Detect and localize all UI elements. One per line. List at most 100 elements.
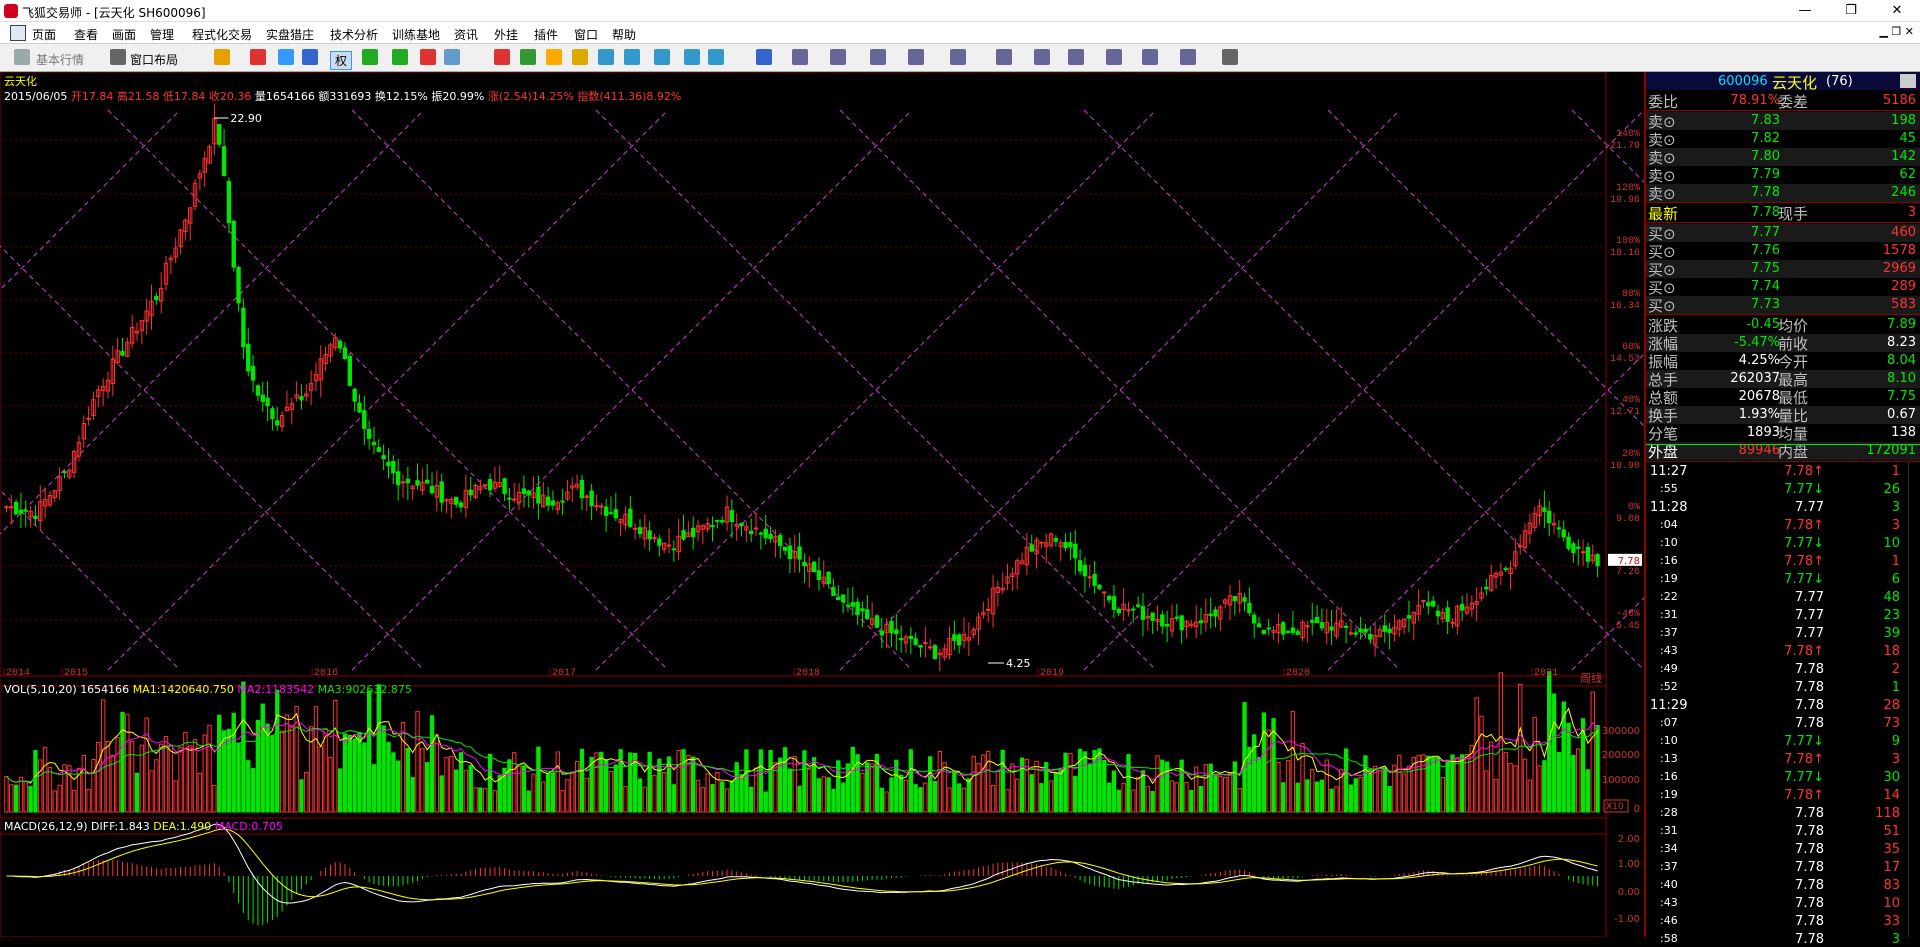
menu-item-1[interactable]: 查看 <box>74 26 98 43</box>
candle-body <box>1576 546 1581 549</box>
toolbar-tool-icon-24[interactable] <box>1180 49 1196 65</box>
vol-bar <box>647 751 652 813</box>
menu-item-5[interactable]: 实盘猎庄 <box>266 26 314 43</box>
tick-time: :22 <box>1660 590 1678 603</box>
vol-bar <box>990 784 996 813</box>
vol-bar <box>473 787 478 813</box>
info-amt: 额331693 <box>318 90 372 103</box>
vol-ma1: MA1:1420640.750 <box>132 683 234 696</box>
toolbar-tool-icon-13[interactable] <box>756 49 772 65</box>
toolbar-tool-icon-4[interactable] <box>494 49 510 65</box>
toolbar-tool-icon-7[interactable] <box>572 49 588 65</box>
vol-bar <box>536 746 541 813</box>
minimize-button[interactable]: — <box>1782 0 1828 22</box>
close-button[interactable]: ✕ <box>1874 0 1920 22</box>
menu-item-4[interactable]: 程式化交易 <box>192 26 252 43</box>
chart-icon[interactable] <box>250 49 266 65</box>
toolbar-tool-icon-3[interactable] <box>444 49 460 65</box>
candle-body <box>23 509 28 512</box>
market-icon[interactable] <box>14 49 30 65</box>
toolbar-tool-icon-12[interactable] <box>708 49 724 65</box>
vol-bar <box>1102 760 1107 813</box>
candle-body <box>956 634 962 646</box>
quote-value-2: 246 <box>1891 185 1916 200</box>
toolbar-tool-icon-6[interactable] <box>546 49 562 65</box>
quote-value: 7.77 <box>1751 225 1780 240</box>
menu-item-12[interactable]: 帮助 <box>612 26 636 43</box>
toolbar-tool-icon-15[interactable] <box>830 49 846 65</box>
toolbar-tool-icon-16[interactable] <box>870 49 886 65</box>
panel-toggle-icon[interactable] <box>1900 74 1916 88</box>
candle-body <box>391 460 396 474</box>
vol-bar <box>545 773 551 813</box>
candle-body <box>236 266 241 304</box>
basic-market-button[interactable]: 基本行情 <box>36 51 84 68</box>
menu-item-10[interactable]: 插件 <box>534 26 558 43</box>
vol-bar <box>47 767 53 813</box>
toolbar-tool-icon-25[interactable] <box>1222 49 1238 65</box>
candle-body <box>260 394 265 402</box>
menu-item-11[interactable]: 窗口 <box>574 26 598 43</box>
menu-item-7[interactable]: 训练基地 <box>392 26 440 43</box>
vol-bar <box>270 735 275 813</box>
grid-icon[interactable] <box>302 49 318 65</box>
candle-body <box>250 366 256 381</box>
toolbar-tool-icon-5[interactable] <box>520 49 536 65</box>
menu-item-6[interactable]: 技术分析 <box>330 26 378 43</box>
vol-bar <box>347 734 352 813</box>
menu-item-8[interactable]: 资讯 <box>454 26 478 43</box>
vol-bar <box>1353 778 1358 813</box>
kline-chart[interactable]: 140%21.79 120%19.96 100%18.16 80%16.34 60%14… <box>0 72 1644 937</box>
toolbar-tool-icon-19[interactable] <box>996 49 1012 65</box>
toolbar-tool-icon-2[interactable] <box>420 49 436 65</box>
candle-body <box>381 455 386 460</box>
pct-label: 60% <box>1622 342 1640 353</box>
candle-body <box>386 461 391 467</box>
vol-bar <box>1005 789 1010 813</box>
toolbar-tool-icon-8[interactable] <box>598 49 614 65</box>
menu-item-3[interactable]: 管理 <box>150 26 174 43</box>
vol-bar <box>178 746 183 813</box>
toolbar-tool-icon-0[interactable] <box>362 49 378 65</box>
mdi-controls[interactable]: ▁ ❐ ✕ <box>1879 25 1914 38</box>
toolbar-tool-icon-18[interactable] <box>950 49 966 65</box>
vol-bar <box>792 756 797 813</box>
vol-bar <box>705 773 710 813</box>
tick-time: :55 <box>1660 482 1678 495</box>
document-icon[interactable] <box>10 25 26 41</box>
quote-value: 7.82 <box>1751 131 1780 146</box>
toolbar-tool-icon-20[interactable] <box>1034 49 1050 65</box>
candle-body <box>594 505 599 508</box>
toolbar-tool-icon-14[interactable] <box>792 49 808 65</box>
crosshair-icon[interactable] <box>278 49 294 65</box>
folder-icon[interactable] <box>214 49 230 65</box>
tick-scrollbar[interactable] <box>1908 462 1918 937</box>
toolbar-tool-icon-21[interactable] <box>1068 49 1084 65</box>
maximize-button[interactable]: ❐ <box>1828 0 1874 22</box>
layout-icon[interactable] <box>110 49 126 65</box>
toolbar-tool-icon-17[interactable] <box>908 49 924 65</box>
toolbar-tool-icon-23[interactable] <box>1142 49 1158 65</box>
rights-button[interactable]: 权 <box>330 51 353 70</box>
toolbar-tool-icon-10[interactable] <box>654 49 670 65</box>
candle-body <box>1387 628 1392 633</box>
vol-bar <box>550 772 556 813</box>
menu-item-9[interactable]: 外挂 <box>494 26 518 43</box>
toolbar-tool-icon-11[interactable] <box>684 49 700 65</box>
toolbar-tool-icon-1[interactable] <box>392 49 408 65</box>
menu-item-0[interactable]: 页面 <box>32 26 56 43</box>
quote-value-2: 8.10 <box>1887 371 1916 386</box>
candle-body <box>753 527 759 530</box>
vol-bar <box>821 776 826 813</box>
window-layout-button[interactable]: 窗口布局 <box>130 51 178 68</box>
vol-bar <box>352 738 357 813</box>
toolbar-tool-icon-22[interactable] <box>1106 49 1122 65</box>
tick-price: 7.77 <box>1795 500 1824 515</box>
tick-price: 7.78 <box>1795 842 1824 857</box>
macd-scale-label: 1.00 <box>1618 859 1640 870</box>
vol-bar <box>1382 767 1387 813</box>
toolbar-tool-icon-9[interactable] <box>624 49 640 65</box>
candle-body <box>1295 631 1300 635</box>
menu-item-2[interactable]: 画面 <box>112 26 136 43</box>
info-turnover: 换12.15% <box>374 90 428 103</box>
